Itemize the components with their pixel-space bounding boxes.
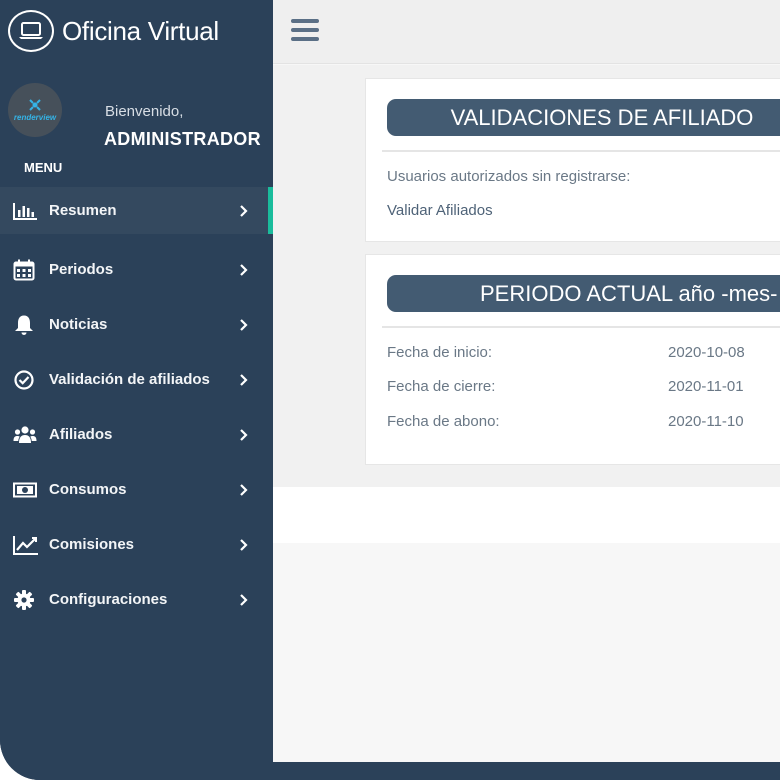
brand: Oficina Virtual: [8, 10, 219, 52]
bell-icon: [13, 313, 39, 337]
chevron-right-icon: [240, 538, 248, 551]
card-header: VALIDACIONES DE AFILIADO: [387, 99, 780, 136]
avatar: renderview: [8, 83, 62, 137]
chevron-right-icon: [240, 204, 248, 217]
chevron-right-icon: [240, 318, 248, 331]
sidebar-item-validacion-de-afiliados[interactable]: Validación de afiliados: [0, 352, 273, 407]
sidebar-item-label: Consumos: [49, 481, 127, 498]
welcome-text: Bienvenido,: [105, 103, 184, 120]
sidebar-item-label: Resumen: [49, 202, 117, 219]
sidebar: Oficina Virtual renderview Bienvenido, A…: [0, 0, 273, 780]
payment-date-label: Fecha de abono:: [387, 413, 500, 430]
laptop-icon: [8, 10, 54, 52]
current-period-card: PERIODO ACTUAL año -mes- d Fecha de inic…: [365, 254, 780, 465]
validations-card: VALIDACIONES DE AFILIADO Usuarios autori…: [365, 78, 780, 242]
validate-affiliates-link[interactable]: Validar Afiliados: [387, 202, 493, 219]
menu-heading: MENU: [24, 160, 63, 175]
app-window: Oficina Virtual renderview Bienvenido, A…: [0, 0, 780, 780]
logo-text: renderview: [13, 113, 57, 122]
main-content: VALIDACIONES DE AFILIADO Usuarios autori…: [273, 0, 780, 762]
top-bar: [273, 0, 780, 64]
divider: [382, 326, 780, 328]
sidebar-nav: Resumen Periodos Noticias Validación de …: [0, 187, 273, 627]
sidebar-item-resumen[interactable]: Resumen: [0, 187, 273, 234]
calendar-icon: [13, 258, 39, 282]
sidebar-item-label: Comisiones: [49, 536, 135, 553]
sidebar-item-label: Periodos: [49, 261, 114, 278]
check-circle-icon: [13, 368, 39, 392]
chevron-right-icon: [240, 428, 248, 441]
divider: [382, 150, 780, 152]
username: ADMINISTRADOR: [104, 129, 261, 149]
chevron-right-icon: [240, 373, 248, 386]
chevron-right-icon: [240, 483, 248, 496]
sidebar-item-configuraciones[interactable]: Configuraciones: [0, 572, 273, 627]
payment-date-value: 2020-11-10: [668, 413, 744, 430]
sidebar-item-label: Afiliados: [49, 426, 113, 443]
gear-icon: [13, 588, 39, 612]
line-chart-icon: [13, 533, 39, 557]
chevron-right-icon: [240, 593, 248, 606]
sidebar-item-label: Configuraciones: [49, 591, 168, 608]
renderview-logo: [29, 99, 41, 111]
close-date-value: 2020-11-01: [668, 378, 744, 395]
start-date-label: Fecha de inicio:: [387, 344, 493, 361]
start-date-value: 2020-10-08: [668, 344, 745, 361]
users-icon: [13, 423, 39, 447]
chevron-right-icon: [240, 263, 248, 276]
card-header: PERIODO ACTUAL año -mes- d: [387, 275, 780, 312]
pending-users-label: Usuarios autorizados sin registrarse:: [387, 168, 631, 185]
footer-band: [273, 487, 780, 543]
app-title: Oficina Virtual: [62, 15, 219, 46]
sidebar-item-comisiones[interactable]: Comisiones: [0, 517, 273, 572]
sidebar-item-afiliados[interactable]: Afiliados: [0, 407, 273, 462]
chart-bar-icon: [13, 199, 39, 223]
sidebar-item-noticias[interactable]: Noticias: [0, 297, 273, 352]
sidebar-item-label: Validación de afiliados: [49, 371, 210, 388]
close-date-label: Fecha de cierre:: [387, 378, 496, 395]
sidebar-item-label: Noticias: [49, 316, 108, 333]
sidebar-item-consumos[interactable]: Consumos: [0, 462, 273, 517]
sidebar-item-periodos[interactable]: Periodos: [0, 242, 273, 297]
money-icon: [13, 478, 39, 502]
hamburger-menu-icon[interactable]: [291, 19, 319, 43]
